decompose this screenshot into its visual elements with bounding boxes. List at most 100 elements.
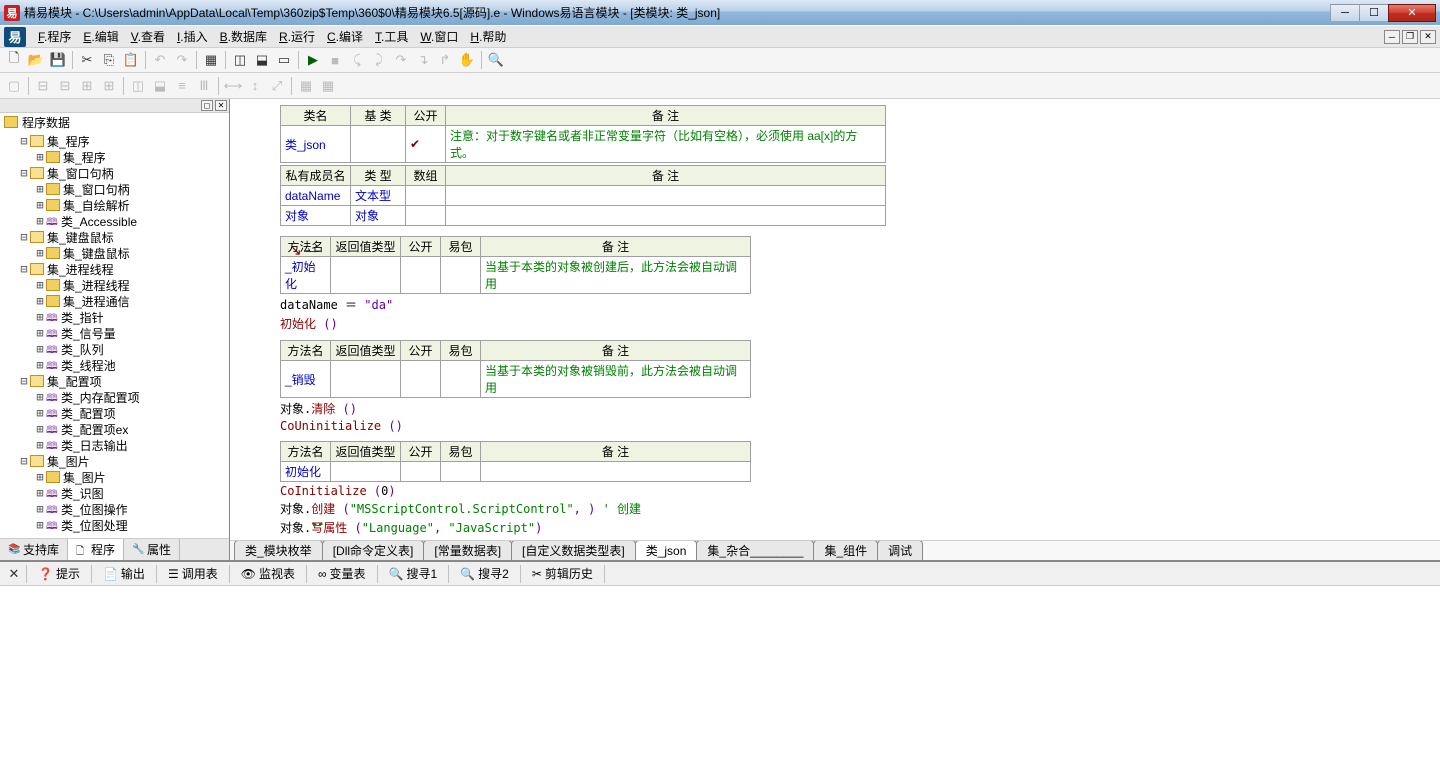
menu-W[interactable]: W.窗口 [414, 26, 464, 47]
table-cell[interactable]: _初始化 [281, 257, 331, 294]
layout1-button[interactable]: ◫ [230, 50, 250, 70]
tree-node[interactable]: ⊟集_程序 [2, 133, 227, 149]
tree-view[interactable]: ⊟集_程序⊞集_程序⊟集_窗口句柄⊞集_窗口句柄⊞集_自绘解析⊞🕮类_Acces… [0, 131, 229, 538]
tree-node[interactable]: ⊞🕮类_指针 [2, 309, 227, 325]
tree-node[interactable]: ⊟集_窗口句柄 [2, 165, 227, 181]
tb2-1[interactable]: ▢ [4, 76, 24, 96]
bottom-tab-3[interactable]: 👁监视表 [232, 562, 304, 585]
expand-icon[interactable]: ⊟ [18, 166, 30, 180]
code-tab[interactable]: 集_组件 [813, 540, 878, 560]
menu-V[interactable]: V.查看 [125, 26, 171, 47]
tb2-2[interactable]: ⊟ [33, 76, 53, 96]
tb2-5[interactable]: ⊞ [99, 76, 119, 96]
menu-I[interactable]: I.插入 [171, 26, 214, 47]
bottom-tab-1[interactable]: 📄输出 [94, 562, 154, 585]
step-over-button[interactable]: ↷ [391, 50, 411, 70]
table-cell[interactable] [331, 361, 401, 398]
expand-icon[interactable]: ⊞ [34, 342, 46, 356]
expand-icon[interactable]: ⊞ [34, 326, 46, 340]
expand-icon[interactable]: ⊞ [34, 358, 46, 372]
expand-icon[interactable]: ⊞ [34, 406, 46, 420]
code-tab[interactable]: [常量数据表] [423, 540, 512, 560]
menu-H[interactable]: H.帮助 [464, 26, 512, 47]
expand-icon[interactable]: ⊞ [34, 438, 46, 452]
tb2-7[interactable]: ⬓ [150, 76, 170, 96]
table-cell[interactable]: ✔ [406, 126, 446, 163]
lookup-button[interactable]: 🔍 [486, 50, 506, 70]
code-tab[interactable]: 类_json [635, 540, 698, 560]
menu-F[interactable]: F.程序 [32, 26, 77, 47]
expand-icon[interactable]: ⊟ [18, 134, 30, 148]
maximize-button[interactable]: ☐ [1359, 4, 1389, 22]
expand-icon[interactable]: ⊞ [34, 278, 46, 292]
tree-node[interactable]: ⊞集_窗口句柄 [2, 181, 227, 197]
code-line[interactable]: 初始化 () [280, 315, 1434, 332]
table-row[interactable]: dataName文本型 [281, 186, 886, 206]
layout3-button[interactable]: ▭ [274, 50, 294, 70]
menu-B[interactable]: B.数据库 [214, 26, 273, 47]
panel-close-icon[interactable]: ✕ [215, 100, 227, 111]
panel-pin-icon[interactable]: ◻ [201, 100, 213, 111]
tree-node[interactable]: ⊞集_自绘解析 [2, 197, 227, 213]
left-tab-1[interactable]: 🗋程序 [68, 539, 124, 560]
tree-node[interactable]: ⊞🕮类_日志输出 [2, 437, 227, 453]
debug1-button[interactable]: ⤹ [347, 50, 367, 70]
expand-icon[interactable]: ⊞ [34, 310, 46, 324]
menu-T[interactable]: T.工具 [369, 26, 414, 47]
paste-button[interactable]: 📋 [121, 50, 141, 70]
tb2-6[interactable]: ◫ [128, 76, 148, 96]
code-tab[interactable]: 调试 [877, 540, 923, 560]
table-cell[interactable] [331, 257, 401, 294]
tree-node[interactable]: ⊞🕮类_识图 [2, 485, 227, 501]
expand-icon[interactable]: ⊟ [18, 262, 30, 276]
table-cell[interactable] [401, 257, 441, 294]
undo-button[interactable]: ↶ [150, 50, 170, 70]
bottom-tab-0[interactable]: ❓提示 [29, 562, 89, 585]
tree-node[interactable]: ⊞🕮类_配置项ex [2, 421, 227, 437]
tree-node[interactable]: ⊞集_图片 [2, 469, 227, 485]
expand-icon[interactable]: ⊞ [34, 518, 46, 532]
table-cell[interactable] [441, 361, 481, 398]
table-cell[interactable]: 类_json [281, 126, 351, 163]
code-tab[interactable]: [自定义数据类型表] [511, 540, 636, 560]
tree-node[interactable]: ⊞🕮类_内存配置项 [2, 389, 227, 405]
mdi-minimize-icon[interactable]: ─ [1384, 30, 1400, 44]
expand-icon[interactable]: ⊟ [18, 230, 30, 244]
tree-node[interactable]: ⊞🕮类_位图操作 [2, 501, 227, 517]
tree-node[interactable]: ⊞集_进程通信 [2, 293, 227, 309]
expand-icon[interactable]: ⊞ [34, 214, 46, 228]
bottom-tab-7[interactable]: ✂剪辑历史 [523, 562, 602, 585]
tree-node[interactable]: ⊞🕮类_配置项 [2, 405, 227, 421]
table-row[interactable]: 对象对象 [281, 206, 886, 226]
definition-table[interactable]: 方法名返回值类型公开易包备 注初始化 [280, 441, 751, 482]
run-button[interactable]: ▶ [303, 50, 323, 70]
table-cell[interactable]: _销毁 [281, 361, 331, 398]
tb2-14[interactable]: ▦ [318, 76, 338, 96]
bottom-tab-2[interactable]: ☰调用表 [159, 562, 227, 585]
stop-button[interactable]: ■ [325, 50, 345, 70]
tree-node[interactable]: ⊟集_图片 [2, 453, 227, 469]
layout2-button[interactable]: ⬓ [252, 50, 272, 70]
tree-node[interactable]: ⊞🕮类_线程池 [2, 357, 227, 373]
redo-button[interactable]: ↷ [172, 50, 192, 70]
cut-button[interactable]: ✂ [77, 50, 97, 70]
table-cell[interactable] [401, 462, 441, 482]
expand-icon[interactable]: ⊟ [18, 374, 30, 388]
table-cell[interactable] [401, 361, 441, 398]
table-cell[interactable]: 当基于本类的对象被销毁前，此方法会被自动调用 [481, 361, 751, 398]
left-tab-2[interactable]: 🔧属性 [124, 539, 180, 560]
expand-icon[interactable]: ⊞ [34, 182, 46, 196]
tree-node[interactable]: ⊟集_键盘鼠标 [2, 229, 227, 245]
expand-icon[interactable]: ⊞ [34, 246, 46, 260]
tree-node[interactable]: ⊞集_程序 [2, 149, 227, 165]
expand-icon[interactable]: ⊞ [34, 390, 46, 404]
tree-node[interactable]: ⊟集_配置项 [2, 373, 227, 389]
tb2-4[interactable]: ⊞ [77, 76, 97, 96]
close-button[interactable]: ✕ [1388, 4, 1436, 22]
table-cell[interactable] [446, 206, 886, 226]
copy-button[interactable]: ⎘ [99, 50, 119, 70]
code-tab[interactable]: [Dll命令定义表] [322, 540, 425, 560]
menu-R[interactable]: R.运行 [273, 26, 321, 47]
tree-node[interactable]: ⊞🕮类_Accessible [2, 213, 227, 229]
code-line[interactable]: 对象.创建 ("MSScriptControl.ScriptControl", … [280, 500, 1434, 517]
